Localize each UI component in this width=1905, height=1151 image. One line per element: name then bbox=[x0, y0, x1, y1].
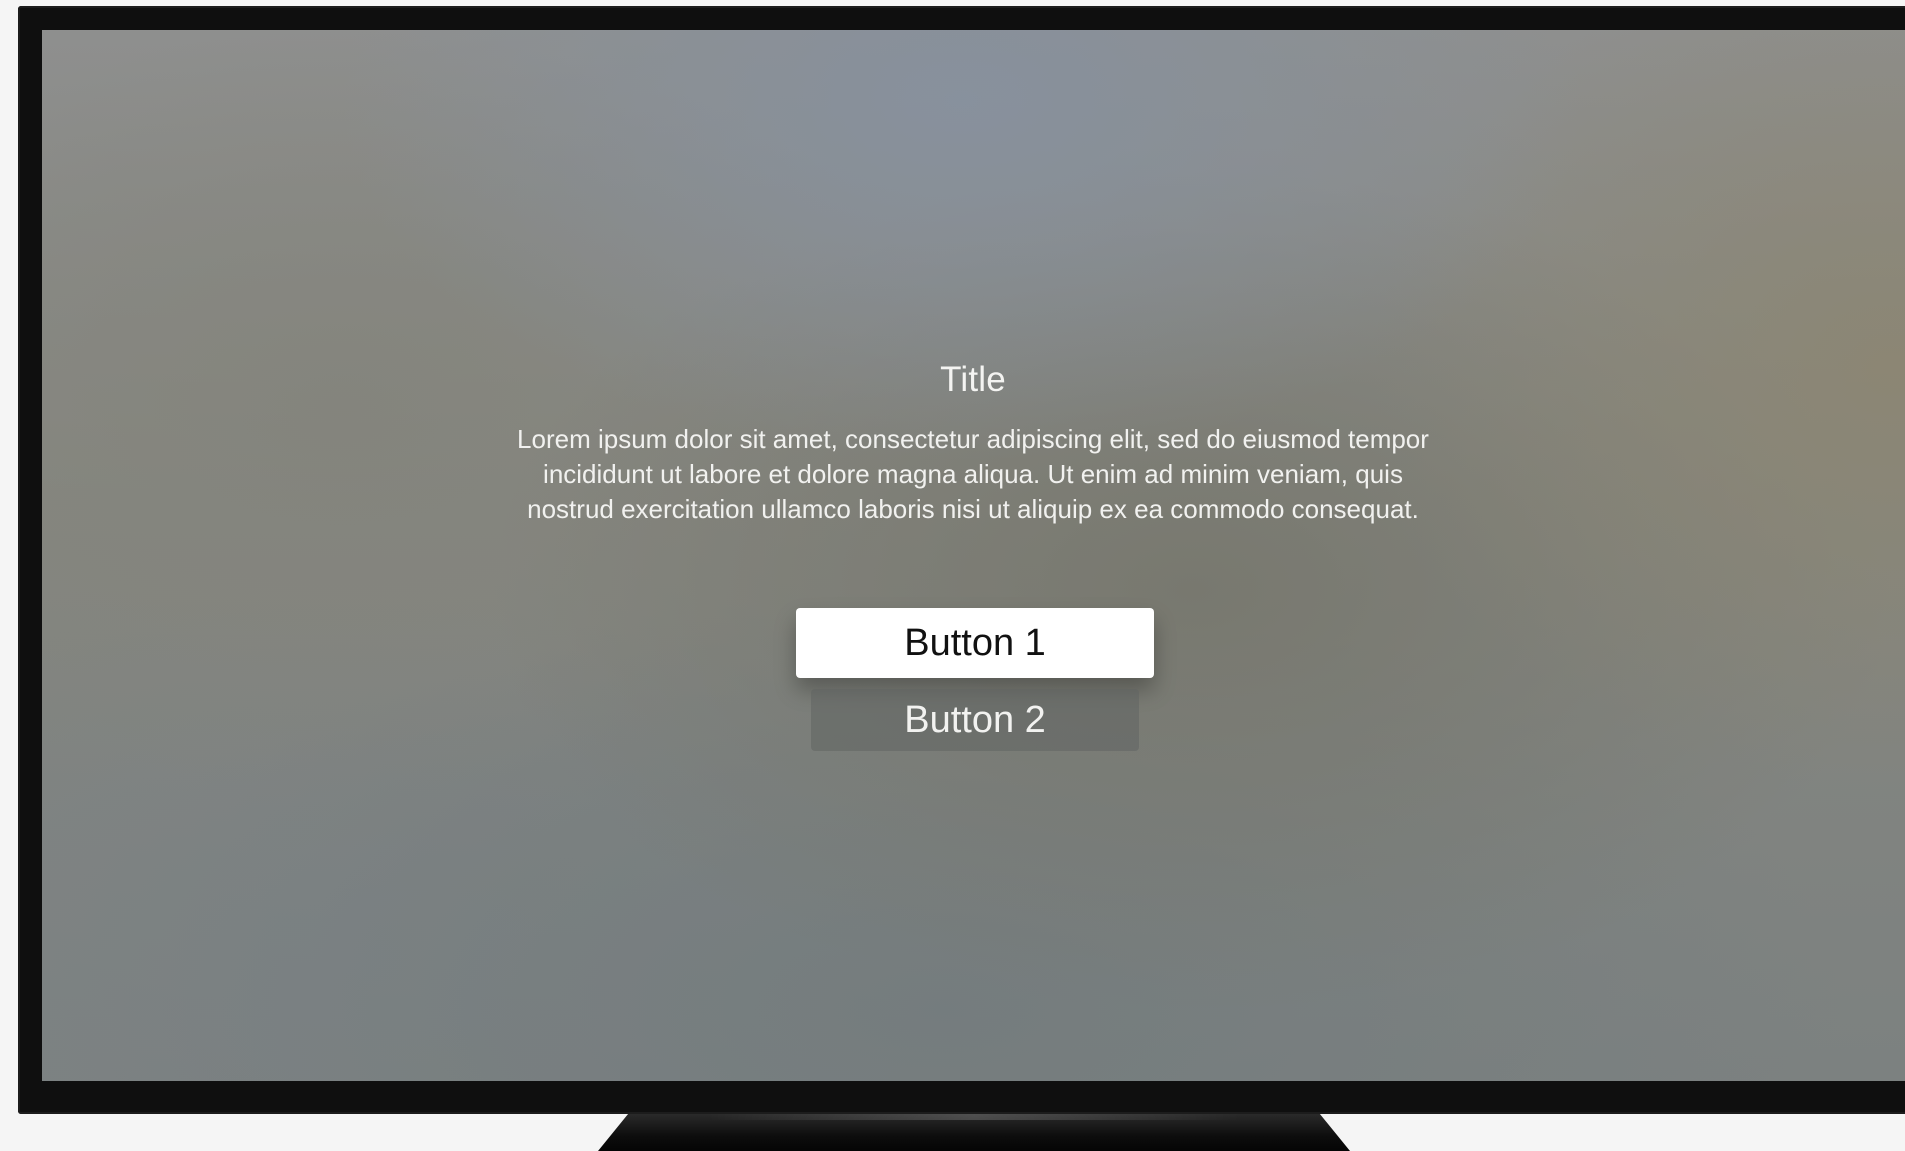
button-1[interactable]: Button 1 bbox=[796, 608, 1154, 678]
tv-stand-highlight bbox=[708, 1114, 1240, 1120]
tv-mockup: Title Lorem ipsum dolor sit amet, consec… bbox=[0, 0, 1905, 1151]
button-2[interactable]: Button 2 bbox=[811, 689, 1139, 751]
alert-title: Title bbox=[940, 360, 1006, 399]
alert-dialog: Title Lorem ipsum dolor sit amet, consec… bbox=[42, 30, 1905, 1081]
alert-message: Lorem ipsum dolor sit amet, consectetur … bbox=[517, 424, 1429, 524]
tv-screen: Title Lorem ipsum dolor sit amet, consec… bbox=[42, 30, 1905, 1081]
